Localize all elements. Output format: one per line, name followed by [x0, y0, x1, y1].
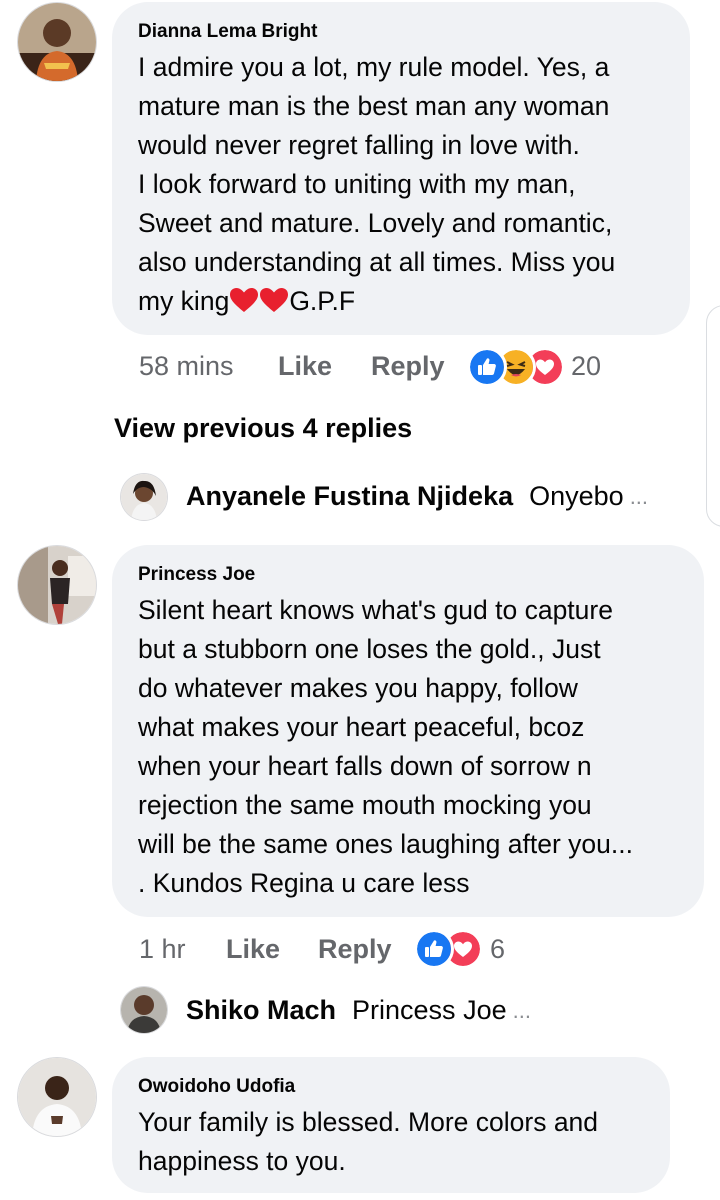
reply-preview[interactable]: Anyanele Fustina Njideka Onyebo ...	[186, 481, 648, 512]
comment-bubble: Dianna Lema Bright I admire you a lot, m…	[112, 2, 690, 335]
comment-timestamp[interactable]: 1 hr	[139, 934, 186, 964]
like-button[interactable]: Like	[278, 351, 332, 381]
comment-text: Your family is blessed. More colors and …	[138, 1107, 599, 1176]
like-reaction-icon	[417, 932, 451, 966]
reactions-summary[interactable]	[470, 350, 562, 384]
love-reaction-icon	[446, 932, 480, 966]
avatar-image	[18, 546, 96, 624]
like-reaction-icon	[470, 350, 504, 384]
comment-meta-row: 58 mins	[139, 350, 234, 382]
avatar-anyanele-fustina-njideka[interactable]	[121, 474, 167, 520]
avatar-image	[18, 1058, 96, 1136]
reply-button[interactable]: Reply	[318, 934, 392, 964]
reply-preview[interactable]: Shiko Mach Princess Joe ...	[186, 995, 531, 1026]
comment-text: Silent heart knows what's gud to capture…	[138, 595, 633, 898]
view-previous-replies-link[interactable]: View previous 4 replies	[114, 413, 412, 444]
avatar-image	[121, 987, 167, 1033]
comment-text: I admire you a lot, my rule model. Yes, …	[138, 52, 616, 316]
comment-author[interactable]: Dianna Lema Bright	[138, 20, 666, 44]
reaction-count[interactable]: 20	[571, 350, 601, 382]
avatar-image	[18, 3, 96, 81]
reply-ellipsis: ...	[512, 997, 531, 1023]
comment-bubble: Owoidoho Udofia Your family is blessed. …	[112, 1057, 670, 1193]
haha-reaction-icon	[499, 350, 533, 384]
avatar-dianna-lema-bright[interactable]	[18, 3, 96, 81]
avatar-shiko-mach[interactable]	[121, 987, 167, 1033]
avatar-princess-joe[interactable]	[18, 546, 96, 624]
red-heart-icon	[230, 288, 259, 312]
reaction-count[interactable]: 6	[490, 933, 505, 965]
reply-author[interactable]: Anyanele Fustina Njideka	[186, 481, 513, 512]
comment-timestamp[interactable]: 58 mins	[139, 351, 234, 381]
love-reaction-icon	[528, 350, 562, 384]
comment-author[interactable]: Owoidoho Udofia	[138, 1075, 646, 1099]
reply-button[interactable]: Reply	[371, 351, 445, 381]
reply-snippet: Princess Joe	[352, 995, 507, 1025]
avatar-owoidoho-udofia[interactable]	[18, 1058, 96, 1136]
side-panel-edge	[706, 305, 720, 527]
red-heart-icon	[260, 288, 289, 312]
reply-snippet: Onyebo	[529, 481, 624, 511]
comment-author[interactable]: Princess Joe	[138, 563, 680, 587]
like-button[interactable]: Like	[226, 934, 280, 964]
reactions-summary[interactable]	[417, 932, 481, 966]
comment-bubble: Princess Joe Silent heart knows what's g…	[112, 545, 704, 917]
reply-author[interactable]: Shiko Mach	[186, 995, 336, 1026]
avatar-image	[121, 474, 167, 520]
reply-ellipsis: ...	[629, 483, 649, 509]
